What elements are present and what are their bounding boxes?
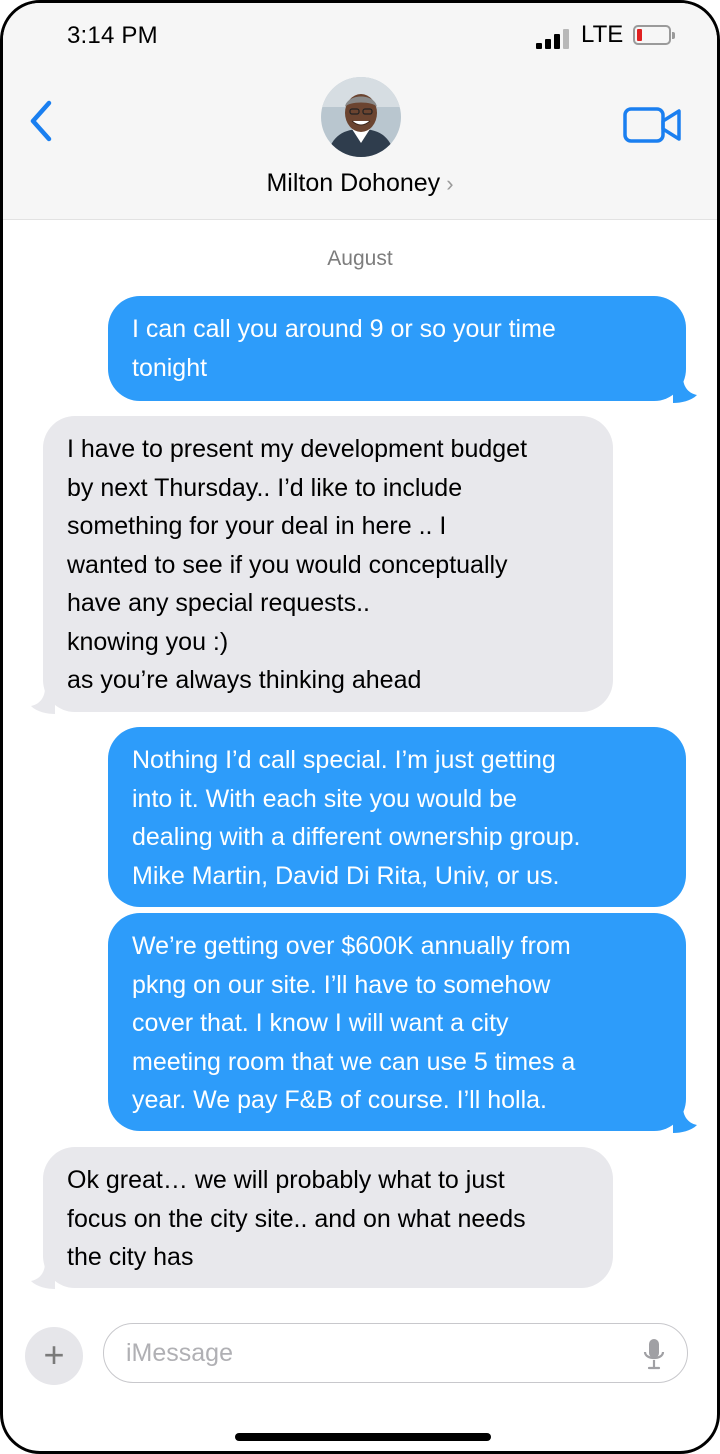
- outgoing-message[interactable]: I can call you around 9 or so your time …: [108, 296, 686, 401]
- contact-name: Milton Dohoney: [266, 169, 441, 197]
- outgoing-message[interactable]: Nothing I’d call special. I’m just getti…: [108, 727, 686, 907]
- date-separator: August: [327, 247, 393, 270]
- conversation-header: Milton Dohoney ›: [3, 69, 717, 220]
- plus-button[interactable]: +: [25, 1327, 83, 1385]
- bubble-tail: [31, 1263, 55, 1289]
- cellular-signal-icon: [536, 29, 576, 49]
- battery-low-icon: [633, 25, 675, 45]
- contact-photo: [321, 77, 401, 157]
- incoming-message[interactable]: I have to present my development budget …: [43, 416, 613, 712]
- message-input[interactable]: iMessage: [103, 1323, 688, 1383]
- message-composer: + iMessage: [3, 1303, 717, 1423]
- message-input-placeholder: iMessage: [126, 1339, 233, 1367]
- microphone-icon[interactable]: [643, 1338, 665, 1370]
- avatar[interactable]: [321, 77, 401, 157]
- outgoing-message[interactable]: We’re getting over $600K annually from p…: [108, 913, 686, 1131]
- chevron-left-icon[interactable]: [27, 99, 57, 143]
- bubble-tail: [673, 377, 697, 403]
- status-bar: 3:14 PM LTE: [3, 3, 717, 69]
- network-label: LTE: [581, 21, 624, 48]
- bubble-tail: [31, 688, 55, 714]
- contact-name-button[interactable]: Milton Dohoney ›: [3, 169, 717, 198]
- incoming-message[interactable]: Ok great… we will probably what to just …: [43, 1147, 613, 1288]
- phone-frame: 3:14 PM LTE Milton Dohoney › August I ca…: [0, 0, 720, 1454]
- status-time: 3:14 PM: [67, 22, 158, 49]
- chevron-right-icon: ›: [446, 171, 454, 196]
- bubble-tail: [673, 1107, 697, 1133]
- video-camera-icon[interactable]: [623, 105, 683, 145]
- home-indicator[interactable]: [235, 1433, 491, 1441]
